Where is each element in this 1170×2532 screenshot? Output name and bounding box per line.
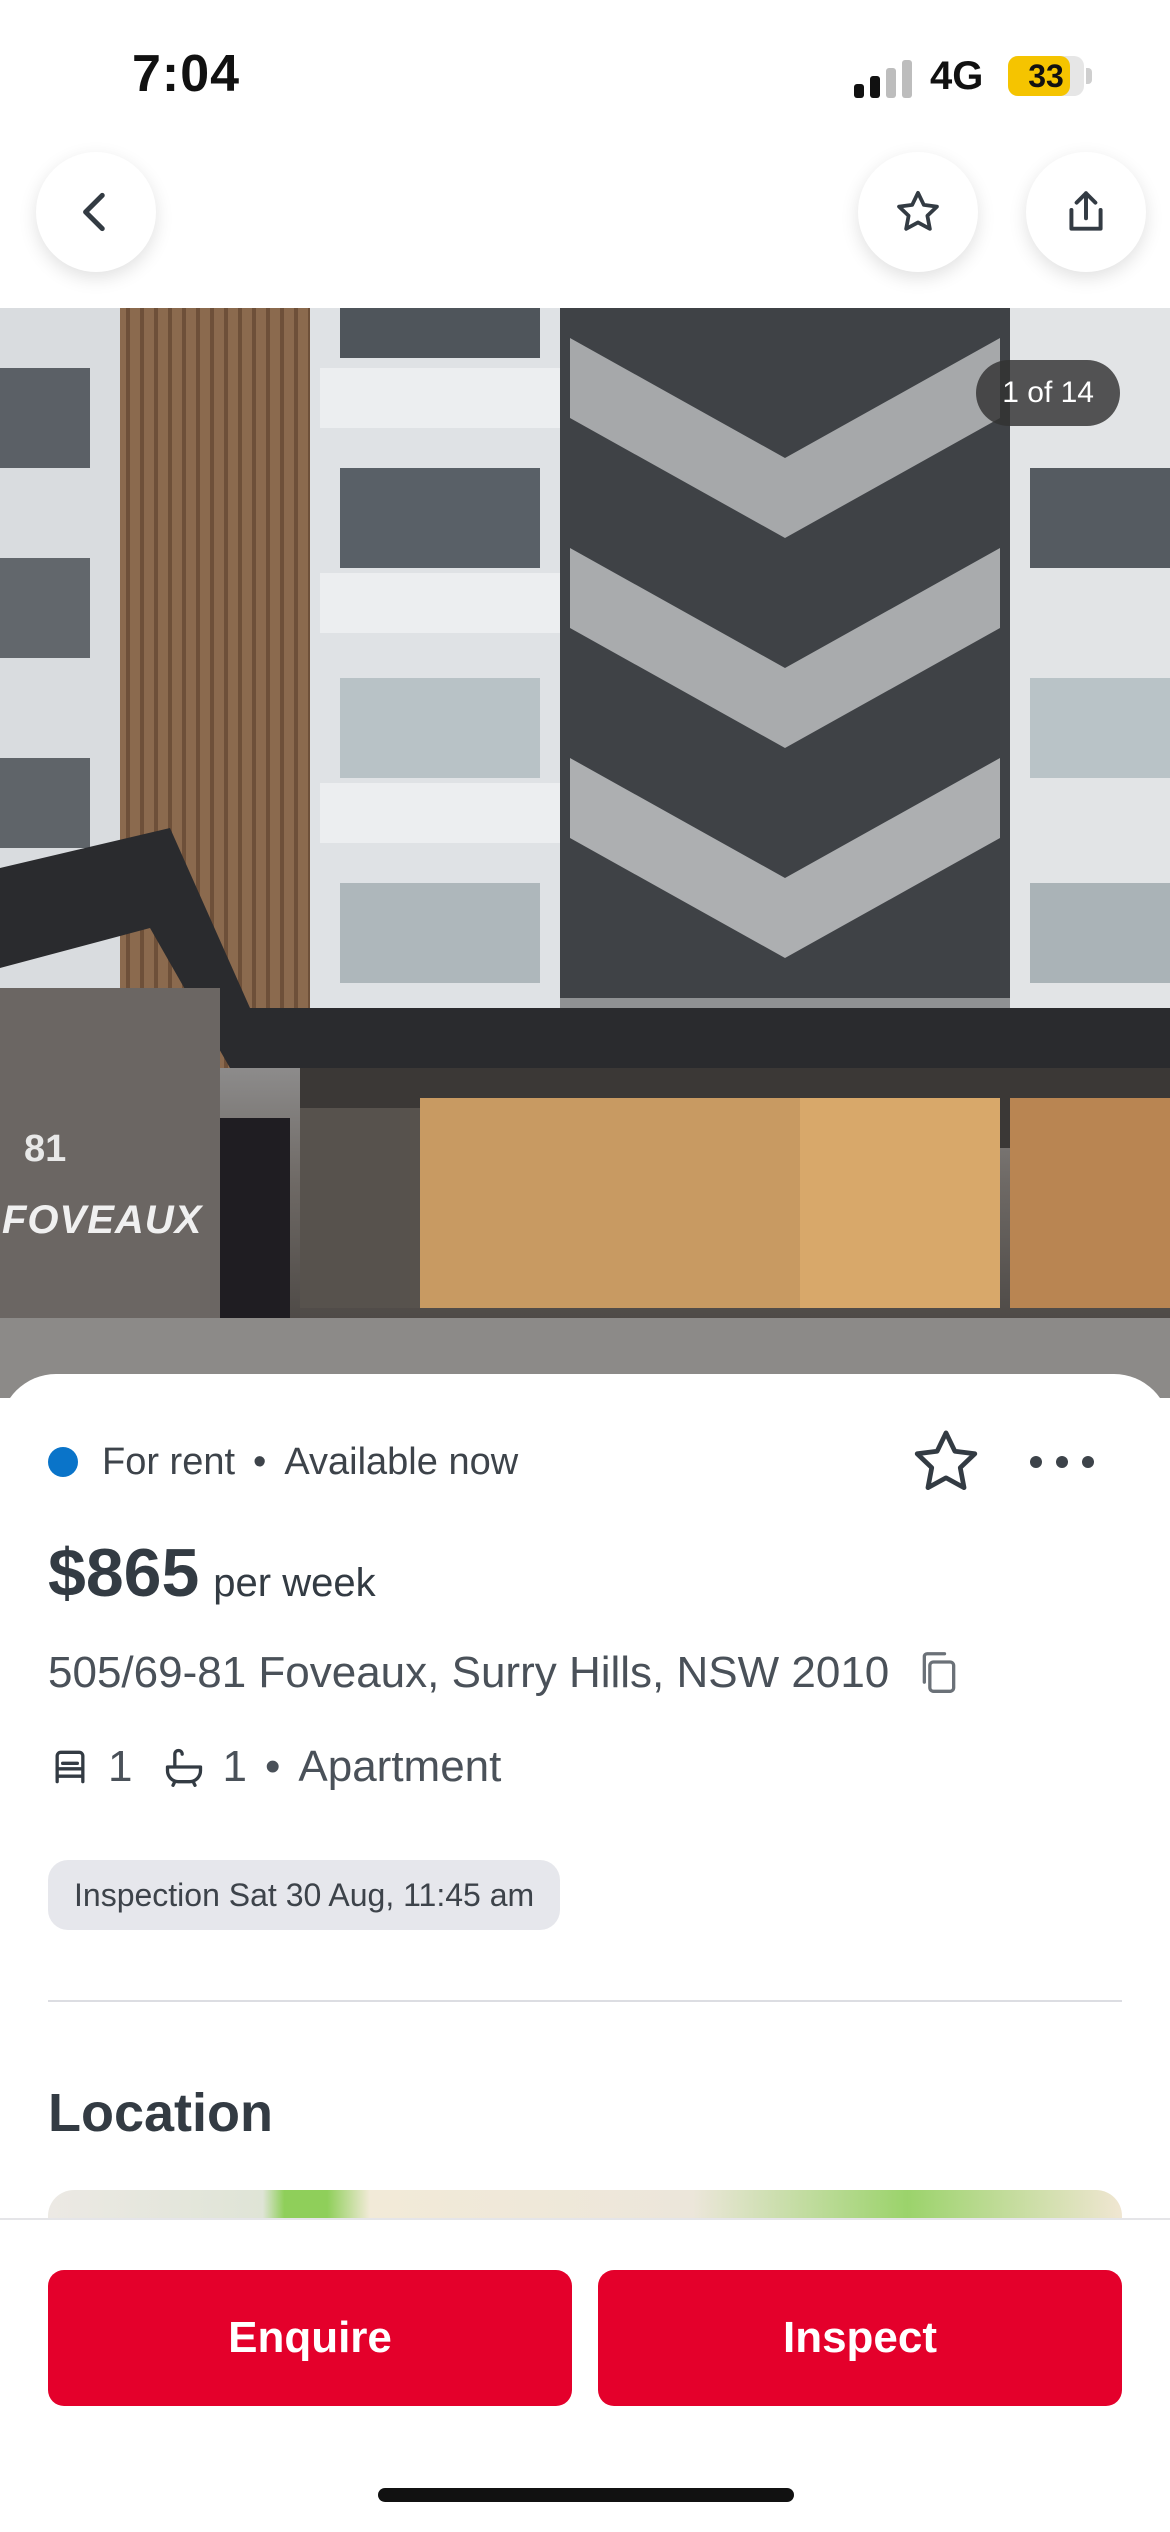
enquire-button[interactable]: Enquire [48,2270,572,2406]
section-divider [48,2000,1122,2002]
more-dots-icon [1056,1456,1068,1468]
availability: Available now [284,1440,519,1483]
save-property-button[interactable] [858,152,978,272]
star-icon [914,1430,978,1491]
price: $865 [48,1535,200,1611]
address-row: 505/69-81 Foveaux, Surry Hills, NSW 2010 [48,1648,961,1698]
price-row: $865 per week [48,1534,376,1612]
chevron-left-icon [83,192,105,232]
shortlist-button[interactable] [908,1424,984,1500]
listing-status-row: For rent • Available now [48,1432,518,1492]
listing-status: For rent [102,1440,236,1483]
status-dot-icon [48,1447,78,1477]
share-icon [1069,191,1103,231]
features-row: 1 1 • Apartment [48,1742,501,1792]
inspect-button[interactable]: Inspect [598,2270,1122,2406]
signal-bars-icon [854,58,914,98]
inspection-time-chip[interactable]: Inspection Sat 30 Aug, 11:45 am [48,1860,561,1930]
bathroom-count: 1 [222,1742,247,1791]
action-bar: Enquire Inspect [0,2218,1170,2532]
star-icon [897,190,939,231]
more-options-button[interactable] [1024,1434,1100,1490]
photo-counter-badge: 1 of 14 [976,360,1120,426]
more-dots-icon [1082,1456,1094,1468]
building-sign-number: 81 [24,1128,67,1170]
back-button[interactable] [36,152,156,272]
separator-bullet: • [253,1440,267,1483]
more-dots-icon [1030,1456,1042,1468]
network-type: 4G [930,54,984,98]
battery-percent: 33 [1028,58,1064,94]
price-unit: per week [213,1561,376,1605]
battery-tip [1086,68,1092,84]
property-type: Apartment [298,1742,502,1791]
share-button[interactable] [1026,152,1146,272]
location-heading: Location [48,2083,273,2143]
bed-icon [55,1750,85,1784]
bath-icon [166,1748,203,1787]
photo-gallery[interactable]: 81 FOVEAUX 1 of 14 [0,308,1170,1398]
home-indicator [378,2488,794,2502]
address: 505/69-81 Foveaux, Surry Hills, NSW 2010 [48,1648,890,1697]
separator-bullet: • [264,1742,281,1791]
status-bar: 7:04 4G 33 [0,0,1170,150]
building-sign-name: FOVEAUX [2,1198,203,1242]
bedroom-count: 1 [108,1742,133,1791]
status-time: 7:04 [132,45,241,103]
battery-icon: 33 [1008,56,1084,96]
copy-icon[interactable] [917,1649,961,1697]
